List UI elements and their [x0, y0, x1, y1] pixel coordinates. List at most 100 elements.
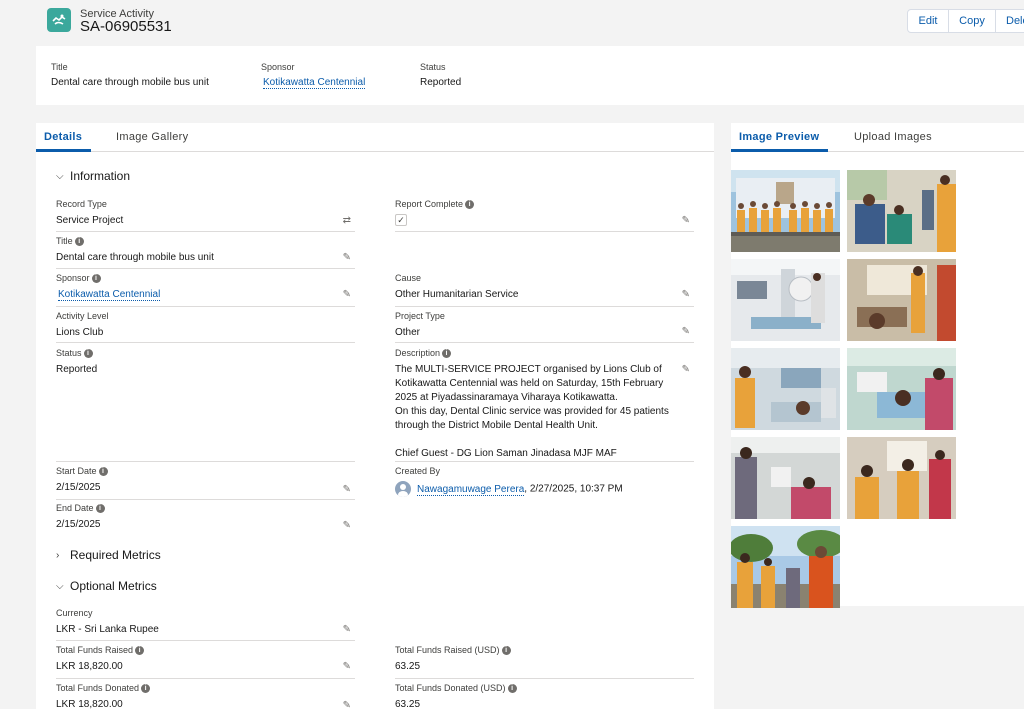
description-line	[395, 433, 670, 447]
highlight-label: Status	[420, 62, 446, 72]
info-icon[interactable]: i	[83, 348, 93, 358]
copy-button[interactable]: Copy	[949, 9, 996, 33]
section-title: Information	[70, 169, 131, 183]
record-header: Service Activity SA-06905531 Edit Copy D…	[0, 0, 1024, 46]
highlight-title: Title Dental care through mobile bus uni…	[51, 62, 209, 88]
section-title: Optional Metrics	[70, 579, 157, 593]
info-icon[interactable]: i	[74, 236, 84, 246]
section-title: Required Metrics	[70, 548, 161, 562]
active-tab-indicator	[731, 149, 828, 152]
edit-pencil-icon[interactable]: ✎	[682, 289, 690, 300]
chevron-down-icon: ⌵	[56, 170, 64, 182]
gallery-image[interactable]	[847, 437, 956, 519]
sponsor-link[interactable]: Kotikawatta Centennial	[263, 77, 366, 89]
field-label: Start Date	[56, 466, 97, 476]
gallery-image[interactable]	[847, 348, 956, 430]
info-icon[interactable]: i	[465, 199, 475, 209]
description-line: The MULTI-SERVICE PROJECT organised by L…	[395, 364, 662, 375]
description-line: Kotikawatta Centennial was held on Satur…	[395, 378, 664, 389]
highlights-panel: Title Dental care through mobile bus uni…	[36, 46, 1024, 105]
edit-pencil-icon[interactable]: ✎	[343, 252, 351, 263]
section-information[interactable]: ⌵ Information	[56, 169, 130, 183]
chevron-right-icon: ›	[56, 549, 60, 561]
field-value: Lions Club	[56, 327, 104, 338]
tab-upload-images[interactable]: Upload Images	[854, 131, 932, 143]
field-description: Description i The MULTI-SERVICE PROJECT o…	[395, 348, 694, 463]
field-total-funds-donated: Total Funds Donated i LKR 18,820.00 ✎	[56, 683, 355, 709]
created-by-user-link[interactable]: Nawagamuwage Perera	[417, 483, 525, 496]
delete-button[interactable]: Dele	[996, 9, 1024, 33]
gallery-image[interactable]	[731, 437, 840, 519]
field-label: Total Funds Raised	[56, 645, 134, 655]
gallery-image[interactable]	[731, 170, 840, 252]
field-label: Currency	[56, 608, 93, 618]
info-icon[interactable]: i	[95, 503, 105, 513]
created-date: , 2/27/2025, 10:37 PM	[524, 483, 623, 495]
report-complete-checkbox[interactable]: ✓	[395, 214, 407, 226]
field-value: Reported	[56, 364, 98, 375]
section-optional-metrics[interactable]: ⌵ Optional Metrics	[56, 579, 157, 593]
edit-pencil-icon[interactable]: ✎	[682, 215, 690, 226]
info-icon[interactable]: i	[141, 683, 151, 693]
field-label: Total Funds Raised (USD)	[395, 645, 500, 655]
info-icon[interactable]: i	[501, 645, 511, 655]
edit-pencil-icon[interactable]: ✎	[343, 624, 351, 635]
details-card: Details Image Gallery ⌵ Information Reco…	[36, 123, 714, 709]
field-value: 2/15/2025	[56, 519, 101, 530]
gallery-image[interactable]	[731, 259, 840, 341]
field-label: Project Type	[395, 311, 445, 321]
field-label: Record Type	[56, 199, 107, 209]
info-icon[interactable]: i	[98, 466, 108, 476]
field-currency: Currency LKR - Sri Lanka Rupee ✎	[56, 608, 355, 641]
highlight-value: Reported	[420, 77, 462, 88]
highlight-label: Title	[51, 62, 68, 72]
field-label: Title	[56, 236, 73, 246]
edit-pencil-icon[interactable]: ✎	[682, 364, 690, 375]
field-total-funds-donated-usd: Total Funds Donated (USD) i 63.25	[395, 683, 694, 709]
gallery-image[interactable]	[731, 526, 840, 608]
description-line: through the District Mobile Dental Healt…	[395, 420, 598, 431]
field-label: Total Funds Donated	[56, 683, 140, 693]
info-icon[interactable]: i	[507, 683, 517, 693]
field-value: Other Humanitarian Service	[395, 289, 519, 300]
info-icon[interactable]: i	[91, 273, 101, 283]
field-value: LKR 18,820.00	[56, 699, 123, 709]
edit-pencil-icon[interactable]: ✎	[682, 326, 690, 337]
right-tab-bar: Image Preview Upload Images	[731, 123, 1024, 152]
edit-button[interactable]: Edit	[907, 9, 949, 33]
gallery-image[interactable]	[731, 348, 840, 430]
chevron-down-icon: ⌵	[56, 580, 64, 592]
edit-pencil-icon[interactable]: ✎	[343, 484, 351, 495]
edit-pencil-icon[interactable]: ✎	[343, 520, 351, 531]
field-record-type: Record Type Service Project ⇄	[56, 199, 355, 232]
field-value: 2/15/2025	[56, 482, 101, 493]
tab-details[interactable]: Details	[44, 131, 82, 143]
section-required-metrics[interactable]: › Required Metrics	[56, 548, 161, 562]
highlight-value: Dental care through mobile bus unit	[51, 77, 209, 88]
tab-image-preview[interactable]: Image Preview	[739, 131, 819, 143]
highlight-sponsor: Sponsor Kotikawatta Centennial	[261, 62, 366, 89]
field-label: Activity Level	[56, 311, 109, 321]
sponsor-link[interactable]: Kotikawatta Centennial	[58, 289, 161, 301]
field-sponsor: Sponsor i Kotikawatta Centennial ✎	[56, 273, 355, 307]
gallery-image[interactable]	[847, 170, 956, 252]
change-record-type-icon[interactable]: ⇄	[343, 215, 351, 226]
tab-image-gallery[interactable]: Image Gallery	[116, 131, 188, 143]
field-cause: Cause Other Humanitarian Service ✎	[395, 273, 694, 307]
info-icon[interactable]: i	[135, 645, 145, 655]
gallery-image[interactable]	[847, 259, 956, 341]
field-value: 63.25	[395, 699, 421, 709]
field-project-type: Project Type Other ✎	[395, 311, 694, 344]
field-value: 63.25	[395, 661, 421, 672]
edit-pencil-icon[interactable]: ✎	[343, 700, 351, 709]
edit-pencil-icon[interactable]: ✎	[343, 289, 351, 300]
field-label: Report Complete	[395, 199, 464, 209]
field-label: Created By	[395, 466, 441, 476]
field-label: Status	[56, 348, 82, 358]
field-label: Cause	[395, 273, 422, 283]
field-end-date: End Date i 2/15/2025 ✎	[56, 503, 355, 537]
active-tab-indicator	[36, 149, 91, 152]
info-icon[interactable]: i	[442, 348, 452, 358]
edit-pencil-icon[interactable]: ✎	[343, 661, 351, 672]
field-activity-level: Activity Level Lions Club	[56, 311, 355, 344]
